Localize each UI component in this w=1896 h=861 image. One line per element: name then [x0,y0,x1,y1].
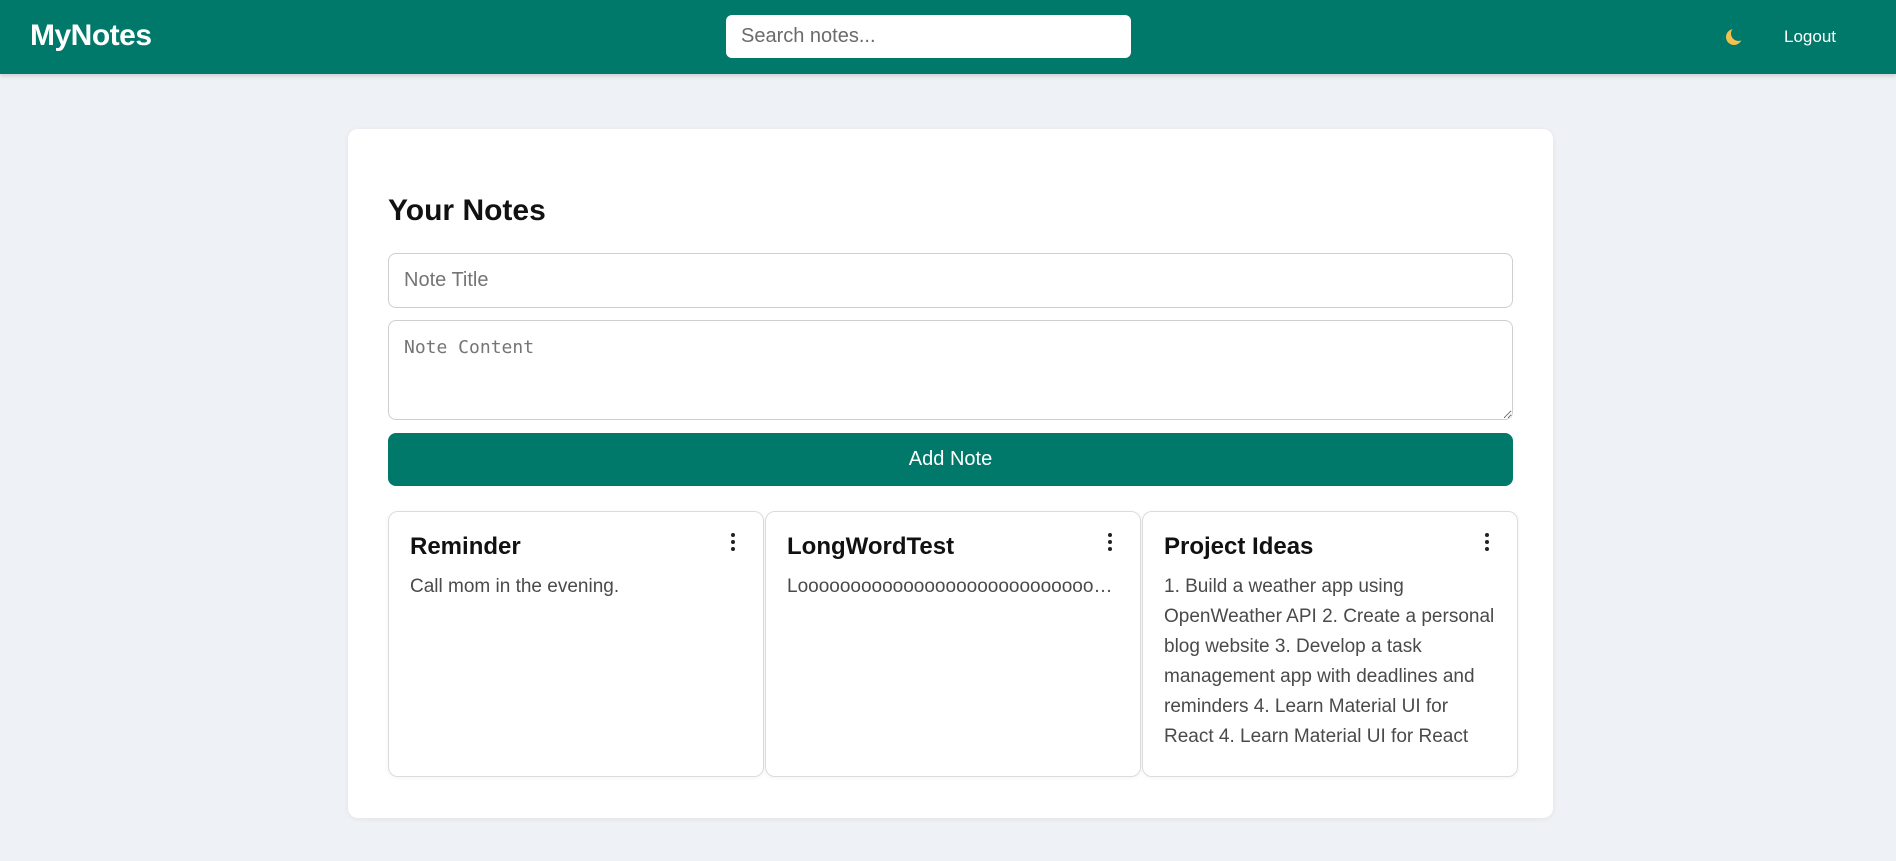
note-content: Call mom in the evening. [410,576,620,597]
note-title: LongWordTest [787,533,955,560]
moon-icon [1726,26,1746,45]
note-menu-button[interactable] [1477,530,1497,554]
notes-card: Your Notes Add Note Reminder Call mom in… [348,129,1553,818]
note-content-textarea[interactable] [388,320,1513,420]
note-card[interactable]: Reminder Call mom in the evening. [388,511,764,777]
page-title: Your Notes [388,194,546,227]
note-card[interactable]: Project Ideas 1. Build a weather app usi… [1142,511,1518,777]
note-title: Reminder [410,533,521,560]
note-title-input[interactable] [388,253,1513,308]
top-navbar: MyNotes Logout [0,0,1896,74]
note-content: Looooooooooooooooooooooooooooooooooooooo… [787,576,1119,597]
theme-toggle-button[interactable] [1718,22,1750,54]
add-note-button[interactable]: Add Note [388,433,1513,486]
note-menu-button[interactable] [723,530,743,554]
note-menu-button[interactable] [1100,530,1120,554]
search-input[interactable] [726,15,1131,58]
note-content: 1. Build a weather app using OpenWeather… [1164,576,1495,747]
logout-button[interactable]: Logout [1784,22,1836,52]
note-card[interactable]: LongWordTest Loooooooooooooooooooooooooo… [765,511,1141,777]
app-logo[interactable]: MyNotes [30,19,152,53]
note-title: Project Ideas [1164,533,1314,560]
